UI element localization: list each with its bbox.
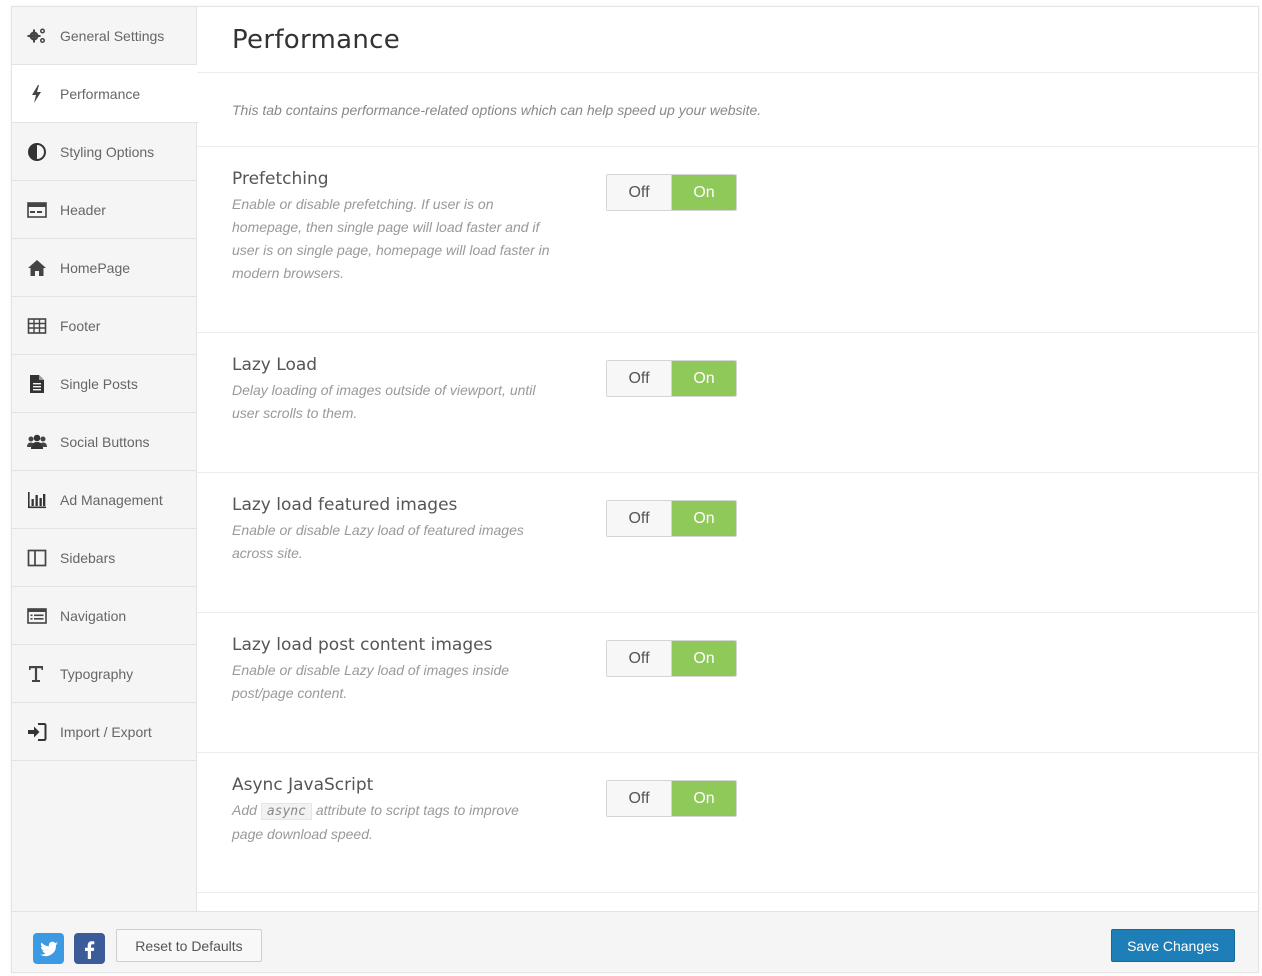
facebook-icon[interactable] <box>74 933 105 964</box>
lazy-load-toggle[interactable]: Off On <box>606 360 737 397</box>
toggle-off-button[interactable]: Off <box>607 501 672 536</box>
description-text: Add <box>232 802 257 818</box>
users-icon <box>26 432 48 452</box>
save-changes-button[interactable]: Save Changes <box>1111 929 1235 962</box>
option-title: Async JavaScript <box>232 775 374 795</box>
option-lazy-load-featured-images: Lazy load featured images Enable or disa… <box>197 473 1259 613</box>
option-lazy-load: Lazy Load Delay loading of images outsid… <box>197 333 1259 473</box>
header-layout-icon <box>26 200 48 220</box>
contrast-icon <box>26 142 48 162</box>
option-title: Lazy load post content images <box>232 635 493 655</box>
sidebar-item-styling-options[interactable]: Styling Options <box>12 123 196 181</box>
bar-chart-icon <box>26 490 48 510</box>
option-description: Enable or disable prefetching. If user i… <box>232 196 550 281</box>
sidebar-item-ad-management[interactable]: Ad Management <box>12 471 196 529</box>
async-code-snippet: async <box>260 803 312 820</box>
option-title: Prefetching <box>232 169 329 189</box>
sidebar-item-label: Typography <box>60 665 134 682</box>
sidebar-item-label: Footer <box>60 317 101 334</box>
sidebar-item-header[interactable]: Header <box>12 181 196 239</box>
main-content: Performance This tab contains performanc… <box>197 7 1259 911</box>
twitter-icon[interactable] <box>33 933 64 964</box>
lazy-load-post-content-images-toggle[interactable]: Off On <box>606 640 737 677</box>
sidebar-item-social-buttons[interactable]: Social Buttons <box>12 413 196 471</box>
sidebar: General Settings Performance Styling Opt… <box>12 7 198 911</box>
option-title: Lazy Load <box>232 355 318 375</box>
toggle-on-button[interactable]: On <box>672 175 736 210</box>
async-javascript-toggle[interactable]: Off On <box>606 780 737 817</box>
tab-description: This tab contains performance-related op… <box>197 73 1259 147</box>
sidebar-item-performance[interactable]: Performance <box>12 65 198 123</box>
home-icon <box>26 258 48 278</box>
sign-in-icon <box>26 722 48 742</box>
bolt-icon <box>26 84 48 104</box>
sidebar-item-label: Navigation <box>60 607 127 624</box>
sidebar-item-single-posts[interactable]: Single Posts <box>12 355 196 413</box>
toggle-off-button[interactable]: Off <box>607 361 672 396</box>
option-description: Enable or disable Lazy load of images in… <box>232 662 510 701</box>
sidebar-item-label: Sidebars <box>60 549 116 566</box>
sidebar-item-general-settings[interactable]: General Settings <box>12 7 196 65</box>
sidebar-item-homepage[interactable]: HomePage <box>12 239 196 297</box>
option-title: Lazy load featured images <box>232 495 458 515</box>
footer-bar: Reset to Defaults Save Changes <box>12 911 1258 972</box>
page-title: Performance <box>197 7 1259 73</box>
sidebar-item-label: Social Buttons <box>60 433 150 450</box>
sidebar-item-label: Styling Options <box>60 143 155 160</box>
sidebar-item-label: General Settings <box>60 27 165 44</box>
toggle-off-button[interactable]: Off <box>607 175 672 210</box>
options-panel: General Settings Performance Styling Opt… <box>11 6 1259 973</box>
option-lazy-load-post-content-images: Lazy load post content images Enable or … <box>197 613 1259 753</box>
toggle-on-button[interactable]: On <box>672 501 736 536</box>
lazy-load-featured-images-toggle[interactable]: Off On <box>606 500 737 537</box>
toggle-off-button[interactable]: Off <box>607 641 672 676</box>
option-async-javascript: Async JavaScript Add async attribute to … <box>197 753 1259 893</box>
document-icon <box>26 374 48 394</box>
sidebar-item-label: Ad Management <box>60 491 163 508</box>
sidebar-item-label: Single Posts <box>60 375 138 392</box>
toggle-off-button[interactable]: Off <box>607 781 672 816</box>
sidebar-item-label: HomePage <box>60 259 131 276</box>
table-icon <box>26 316 48 336</box>
toggle-on-button[interactable]: On <box>672 361 736 396</box>
prefetching-toggle[interactable]: Off On <box>606 174 737 211</box>
toggle-on-button[interactable]: On <box>672 641 736 676</box>
toggle-on-button[interactable]: On <box>672 781 736 816</box>
columns-icon <box>26 548 48 568</box>
sidebar-item-label: Header <box>60 201 106 218</box>
sidebar-item-sidebars[interactable]: Sidebars <box>12 529 196 587</box>
option-description: Delay loading of images outside of viewp… <box>232 382 536 421</box>
text-height-icon <box>26 664 48 684</box>
sidebar-item-navigation[interactable]: Navigation <box>12 587 196 645</box>
gears-icon <box>26 26 48 46</box>
reset-to-defaults-button[interactable]: Reset to Defaults <box>116 929 262 962</box>
option-description: Enable or disable Lazy load of featured … <box>232 522 524 561</box>
sidebar-item-typography[interactable]: Typography <box>12 645 196 703</box>
option-prefetching: Prefetching Enable or disable prefetchin… <box>197 147 1259 333</box>
sidebar-item-label: Import / Export <box>60 723 152 740</box>
sidebar-item-label: Performance <box>60 85 141 102</box>
sidebar-item-footer[interactable]: Footer <box>12 297 196 355</box>
list-alt-icon <box>26 606 48 626</box>
option-description: Add async attribute to script tags to im… <box>232 799 552 846</box>
sidebar-item-import-export[interactable]: Import / Export <box>12 703 196 761</box>
